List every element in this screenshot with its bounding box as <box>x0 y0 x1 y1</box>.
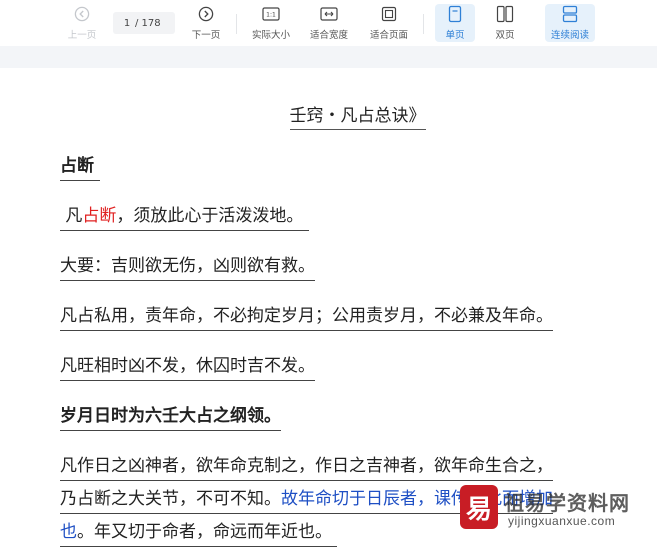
watermark-text: 祖易学资料网 <box>504 491 630 515</box>
paragraph-1: 凡占断，须放此心于活泼泼地。 <box>60 201 309 231</box>
single-page-label: 单页 <box>445 30 465 41</box>
continuous-reading-button[interactable]: 连续阅读 <box>545 4 595 42</box>
continuous-reading-label: 连续阅读 <box>550 30 589 41</box>
fit-page-label: 适合页面 <box>369 30 408 41</box>
actual-size-icon: 1:1 <box>262 4 280 24</box>
paragraph-3: 凡占私用，责年命，不必拘定岁月；公用责岁月，不必兼及年命。 <box>60 301 553 331</box>
paragraph-2: 大要：吉则欲无伤，凶则欲有救。 <box>60 251 315 281</box>
section-heading: 占断 <box>60 151 100 181</box>
paragraph-4: 凡旺相时凶不发，休囚时吉不发。 <box>60 351 315 381</box>
double-page-button[interactable]: 双页 <box>487 4 523 42</box>
chevron-left-icon <box>74 4 90 24</box>
fit-width-button[interactable]: 适合宽度 <box>307 4 351 42</box>
prev-page-label: 上一页 <box>67 30 97 41</box>
page-number-input[interactable] <box>119 17 135 29</box>
watermark-url: yijingxuanxue.com <box>508 514 616 528</box>
svg-text:1:1: 1:1 <box>266 12 276 19</box>
single-page-button[interactable]: 单页 <box>435 4 475 42</box>
paragraph-5: 岁月日时为六壬大占之纲领。 <box>60 401 281 431</box>
document-page: 壬窍・凡占总诀》 占断 凡占断，须放此心于活泼泼地。 大要：吉则欲无伤，凶则欲有… <box>0 68 657 550</box>
fit-width-icon <box>320 4 338 24</box>
continuous-reading-icon <box>562 4 578 24</box>
prev-page-button[interactable]: 上一页 <box>64 4 100 42</box>
fit-page-icon <box>381 4 397 24</box>
double-page-icon <box>496 4 514 24</box>
paragraph-6-line-3: 也。年又切于命者，命远而年近也。 <box>60 517 338 547</box>
next-page-label: 下一页 <box>191 30 221 41</box>
site-logo: 易 <box>460 485 498 529</box>
page-number-box: / 178 <box>113 12 175 34</box>
toolbar-divider <box>236 14 237 34</box>
actual-size-label: 实际大小 <box>251 30 290 41</box>
reader-toolbar: 上一页 / 178 下一页 1:1 实际大小 适合宽度 适合页面 单页 <box>0 0 657 46</box>
chevron-right-icon <box>198 4 214 24</box>
actual-size-button[interactable]: 1:1 实际大小 <box>249 4 293 42</box>
highlight-blue: 也 <box>60 522 77 542</box>
page-total: / 178 <box>135 17 161 29</box>
document-title: 壬窍・凡占总诀》 <box>0 101 657 130</box>
fit-page-button[interactable]: 适合页面 <box>367 4 411 42</box>
toolbar-divider <box>423 14 424 34</box>
next-page-button[interactable]: 下一页 <box>188 4 224 42</box>
fit-width-label: 适合宽度 <box>309 30 348 41</box>
watermark: 易 祖易学资料网 yijingxuanxue.com <box>456 483 657 550</box>
page-gap <box>0 46 657 68</box>
paragraph-6-line-1: 凡作日之凶神者，欲年命克制之，作日之吉神者，欲年命生合之， <box>60 451 553 481</box>
highlight-red: 占断 <box>82 206 117 226</box>
double-page-label: 双页 <box>495 30 515 41</box>
single-page-icon <box>448 4 462 24</box>
